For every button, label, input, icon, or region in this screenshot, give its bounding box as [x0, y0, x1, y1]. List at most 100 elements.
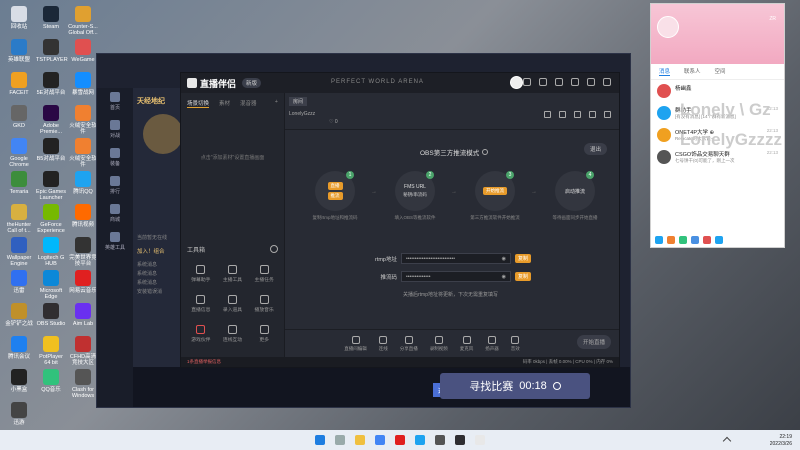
- tool-item[interactable]: 直播信息: [185, 293, 217, 319]
- start-live-button[interactable]: 开始直播: [576, 335, 611, 349]
- close-icon[interactable]: [603, 78, 611, 86]
- desktop-icon[interactable]: 腾讯视频: [68, 204, 98, 228]
- desktop-icon[interactable]: B5对战平台: [36, 138, 66, 162]
- tool-item[interactable]: 主播工具: [217, 263, 249, 289]
- version-badge[interactable]: 新版: [242, 78, 262, 88]
- desktop-icon[interactable]: 迅游: [4, 402, 34, 426]
- minimize-icon[interactable]: [571, 78, 579, 86]
- toolbar-button[interactable]: 录制视频: [430, 335, 448, 352]
- desktop-icon[interactable]: QQ音乐: [36, 369, 66, 393]
- desktop-icon[interactable]: Google Chrome: [4, 138, 34, 168]
- exit-button[interactable]: 退出: [583, 143, 607, 155]
- menu-icon[interactable]: [555, 78, 563, 86]
- settings-icon[interactable]: [655, 236, 663, 244]
- toolbar-button[interactable]: 音效: [511, 335, 520, 352]
- desktop-icon[interactable]: 迅雷: [4, 270, 34, 294]
- toolbar-button[interactable]: 麦克风: [460, 335, 473, 352]
- tool-item[interactable]: 游戏伙伴: [185, 323, 217, 349]
- desktop-icon[interactable]: Terraria: [4, 171, 34, 195]
- tool-item[interactable]: 弹幕助手: [185, 263, 217, 289]
- bell-icon[interactable]: [589, 111, 596, 118]
- desktop-icon[interactable]: Aim Lab: [68, 303, 98, 327]
- desktop-icon[interactable]: Epic Games Launcher: [36, 171, 66, 201]
- desktop-icon[interactable]: theHunter Call of t...: [4, 204, 34, 234]
- gift-icon[interactable]: [559, 111, 566, 118]
- desktop-icon[interactable]: Counter-S... Global Off...: [68, 6, 98, 36]
- desktop-icon[interactable]: Adobe Premie...: [36, 105, 66, 135]
- toolbar-button[interactable]: 分享直播: [400, 335, 418, 352]
- add-icon[interactable]: +: [275, 99, 278, 108]
- game-icon[interactable]: [667, 236, 675, 244]
- maximize-icon[interactable]: [587, 78, 595, 86]
- desktop-icon[interactable]: 火绒安全软件: [68, 105, 98, 135]
- toolbar-button[interactable]: 直播间编辑: [344, 335, 367, 352]
- mail-icon[interactable]: [679, 236, 687, 244]
- chrome-icon[interactable]: [375, 435, 385, 445]
- desktop-icon[interactable]: TSTPLAYER: [36, 39, 68, 63]
- game-nav-tools[interactable]: 英雄工具: [97, 228, 133, 256]
- desktop-icon[interactable]: 回收站: [4, 6, 34, 30]
- skin-icon[interactable]: [539, 78, 547, 86]
- toolbar-button[interactable]: 连线: [379, 335, 388, 352]
- eye-icon[interactable]: ◉: [502, 274, 506, 280]
- rtmp-field[interactable]: •••••••••••••••••••••••••••• ◉: [401, 253, 511, 264]
- desktop-icon[interactable]: 5E对战平台: [36, 72, 66, 96]
- desktop-icon[interactable]: 小黑盒: [4, 369, 34, 393]
- user-avatar[interactable]: [510, 76, 523, 89]
- status-left[interactable]: 1条直播举报信息: [187, 359, 221, 365]
- desktop-icon[interactable]: Wallpaper Engine: [4, 237, 34, 267]
- desktop-icon[interactable]: GKD: [4, 105, 34, 129]
- qq-icon[interactable]: [415, 435, 425, 445]
- obs-icon[interactable]: [455, 435, 465, 445]
- game-nav-battle[interactable]: 对战: [97, 116, 133, 144]
- help-icon[interactable]: [482, 149, 489, 155]
- tool-item[interactable]: 更多: [248, 323, 280, 349]
- desktop-icon[interactable]: 金铲铲之战: [4, 303, 34, 327]
- search-icon[interactable]: [335, 435, 345, 445]
- music-icon[interactable]: [703, 236, 711, 244]
- desktop-icon[interactable]: Steam: [36, 6, 66, 30]
- desktop-icon[interactable]: OBS Studio: [36, 303, 66, 327]
- desktop-icon[interactable]: WeGame: [68, 39, 98, 63]
- desktop-icon[interactable]: GeForce Experience: [36, 204, 66, 234]
- chat-list-item[interactable]: 杨幽鑫: [651, 80, 784, 102]
- eye-icon[interactable]: ◉: [502, 256, 506, 262]
- tool-item[interactable]: 播放音乐: [248, 293, 280, 319]
- message-icon[interactable]: [523, 78, 531, 86]
- netease-icon[interactable]: [395, 435, 405, 445]
- toolbar-button[interactable]: 扬声器: [485, 335, 499, 352]
- game-nav-shop[interactable]: 商城: [97, 200, 133, 228]
- qq-chat-window[interactable]: ZR 消息 联系人 空间 杨幽鑫 群助手 [有没有消息] [14个群有新消息] 22:…: [650, 3, 785, 248]
- lock-icon[interactable]: [544, 111, 551, 118]
- copy-key-button[interactable]: 复制: [515, 272, 532, 281]
- stream-key-field[interactable]: •••••••••••••• ◉: [401, 271, 511, 282]
- list-icon[interactable]: [574, 111, 581, 118]
- file-icon[interactable]: [691, 236, 699, 244]
- desktop-icon[interactable]: CFHD高清竞技大区: [68, 336, 98, 366]
- game-nav-gear[interactable]: 装备: [97, 144, 133, 172]
- desktop-icon[interactable]: PotPlayer 64 bit: [36, 336, 66, 366]
- cancel-icon[interactable]: [552, 382, 561, 390]
- find-match-button[interactable]: 寻找比赛 00:18: [440, 373, 590, 399]
- tab-contacts[interactable]: 联系人: [684, 67, 701, 76]
- desktop-icon[interactable]: Logitech G HUB: [36, 237, 66, 267]
- live-icon[interactable]: [475, 435, 485, 445]
- desktop-icon[interactable]: 暴雪战网: [68, 72, 98, 96]
- tab-messages[interactable]: 消息: [659, 67, 671, 76]
- desktop-icon[interactable]: FACEIT: [4, 72, 34, 96]
- tool-item[interactable]: 连线互动: [217, 323, 249, 349]
- start-icon[interactable]: [315, 435, 325, 445]
- copy-rtmp-button[interactable]: 复制: [515, 254, 532, 263]
- app-icon[interactable]: [715, 236, 723, 244]
- desktop-icon[interactable]: Microsoft Edge: [36, 270, 66, 300]
- tab-scene[interactable]: 场景切换: [187, 99, 210, 108]
- desktop-icon[interactable]: 网易云音乐: [68, 270, 98, 294]
- folder-icon[interactable]: [355, 435, 365, 445]
- chat-avatar[interactable]: [657, 16, 679, 38]
- tab-mixer[interactable]: 混音器: [240, 99, 257, 108]
- settings-icon[interactable]: [270, 245, 278, 253]
- share-icon[interactable]: [604, 111, 611, 118]
- game-nav-home[interactable]: 首页: [97, 88, 133, 116]
- tab-space[interactable]: 空间: [715, 67, 726, 76]
- clock[interactable]: 22:19 2022/3/26: [770, 434, 792, 448]
